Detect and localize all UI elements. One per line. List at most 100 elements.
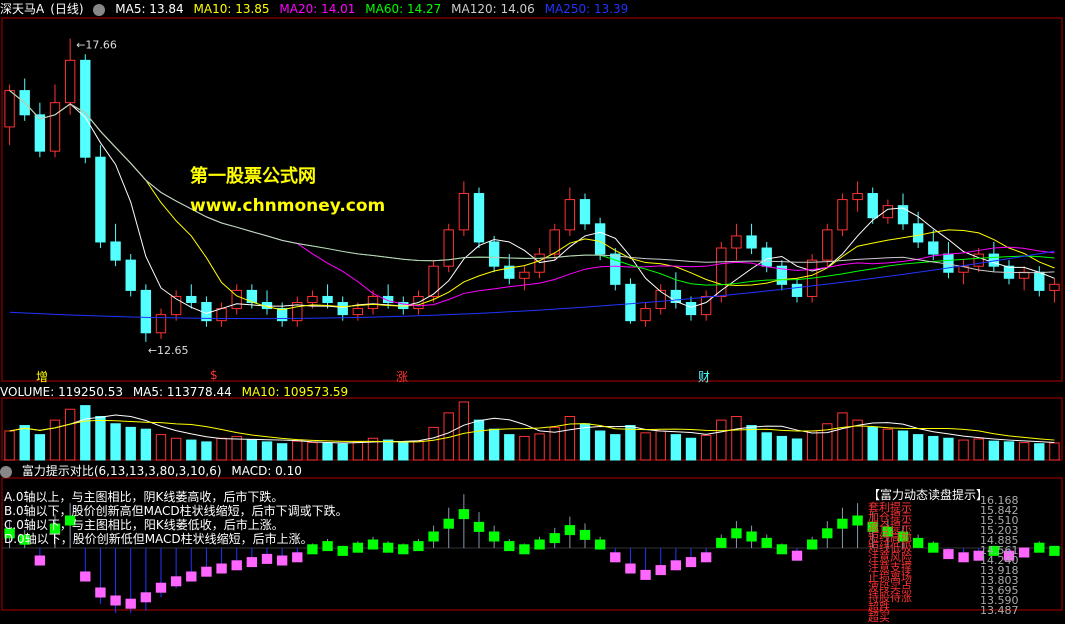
volume-bar (140, 428, 152, 461)
indicator-bar (292, 552, 303, 563)
volume-bar (731, 416, 742, 461)
indicator-bar (443, 518, 454, 529)
low-price-label: ←12.65 (148, 344, 189, 357)
ma5-line (9, 90, 1055, 314)
candle-down (140, 289, 152, 334)
volume-bar (610, 434, 621, 461)
volume-title: VOLUME: 119250.53 (0, 385, 123, 399)
indicator-notes: A.0轴以上，与主图相比，阴K线萎高收，后市下跌。 B.0轴以下，股价创新高但M… (4, 490, 348, 546)
indicator-bar (1018, 547, 1030, 558)
indicator-bar (140, 592, 152, 603)
volume-bar (973, 438, 984, 461)
volume-bar (837, 412, 848, 461)
candle-up (428, 265, 439, 297)
candle-down (125, 259, 136, 291)
indicator-title: 富力提示对比(6,13,13,3,80,3,10,6) (21, 464, 222, 478)
indicator-bar (170, 576, 182, 587)
volume-bar (95, 416, 106, 461)
volume-bar (458, 401, 470, 461)
indicator-bar (473, 521, 485, 532)
candle-down (791, 283, 803, 297)
candle-down (110, 241, 121, 261)
volume-bar (80, 405, 91, 461)
indicator-bar (625, 563, 636, 574)
indicator-bar (428, 531, 439, 542)
volume-bar (806, 430, 818, 461)
candle-up (352, 308, 364, 316)
volume-bar (716, 419, 727, 461)
indicator-bar (398, 544, 409, 555)
marker-zhang: 涨 (396, 370, 409, 384)
volume-bar (125, 426, 136, 461)
indicator-bar (488, 531, 500, 542)
volume-bar (201, 441, 212, 461)
volume-bar (307, 442, 318, 461)
indicator-bar (564, 525, 576, 536)
candle-up (852, 193, 863, 201)
candle-up (534, 253, 545, 273)
volume-bar (231, 435, 242, 461)
indicator-bar (352, 542, 364, 553)
indicator-bar (216, 563, 227, 574)
volume-header: VOLUME: 119250.53 MA5: 113778.44 MA10: 1… (0, 384, 354, 400)
indicator-bar (261, 553, 273, 564)
indicator-bar (822, 528, 833, 539)
candle-down (867, 193, 878, 219)
indicator-bar (519, 544, 530, 555)
ma10-line (9, 90, 1055, 311)
volume-ma5: MA5: 113778.44 (132, 385, 232, 399)
candle-up (731, 235, 742, 249)
volume-bar (943, 437, 954, 461)
volume-bar (276, 443, 288, 461)
indicator-bar (201, 566, 212, 577)
indicator-settings-icon[interactable] (0, 465, 12, 478)
candle-up (1018, 271, 1030, 279)
indicator-bar (640, 569, 651, 580)
candle-up (700, 295, 712, 316)
ma120-line (9, 90, 1055, 274)
volume-bar (519, 435, 530, 461)
volume-bar (564, 416, 576, 461)
volume-bar (1003, 441, 1015, 461)
candle-down (322, 295, 333, 304)
volume-bar (791, 438, 803, 461)
candle-down (761, 247, 772, 267)
volume-bar (34, 434, 46, 461)
volume-bar (246, 439, 258, 461)
volume-bar (1034, 443, 1045, 461)
candle-up (640, 308, 651, 322)
volume-bar (776, 435, 788, 461)
volume-bar (110, 423, 121, 461)
volume-bar (912, 434, 924, 461)
indicator-bar (731, 528, 742, 539)
volume-bar (761, 432, 772, 461)
read-tip-value: 13.487 (980, 604, 1019, 617)
watermark-title: 第一股票公式网 (190, 166, 316, 187)
volume-bar (988, 440, 1000, 461)
indicator-bar (186, 571, 197, 582)
indicator-bar (307, 544, 318, 555)
note-d: D.0轴以下，股价创新低但MACD柱状线缩短，后市上涨。 (4, 532, 313, 546)
candle-up (458, 193, 470, 231)
volume-bar (292, 440, 303, 461)
volume-bar (594, 430, 606, 461)
candle-down (337, 302, 348, 316)
volume-bar (928, 435, 939, 461)
candle-down (34, 114, 46, 152)
marker-zeng: 增 (36, 370, 49, 384)
indicator-bar (246, 557, 258, 568)
note-a: A.0轴以上，与主图相比，阴K线萎高收，后市下跌。 (4, 490, 284, 504)
indicator-bar (594, 539, 606, 550)
indicator-header: 富力提示对比(6,13,13,3,80,3,10,6) MACD: 0.10 (0, 463, 308, 479)
volume-bar (64, 408, 76, 461)
volume-bar (640, 432, 651, 461)
indicator-bar (852, 515, 863, 526)
candle-up (4, 90, 15, 128)
volume-ma10: MA10: 109573.59 (241, 385, 349, 399)
high-price-label: ←17.66 (76, 39, 117, 52)
volume-bar (49, 419, 61, 461)
indicator-bar (549, 533, 560, 544)
candle-down (746, 235, 757, 249)
candle-up (307, 295, 318, 304)
indicator-bar (276, 555, 288, 566)
